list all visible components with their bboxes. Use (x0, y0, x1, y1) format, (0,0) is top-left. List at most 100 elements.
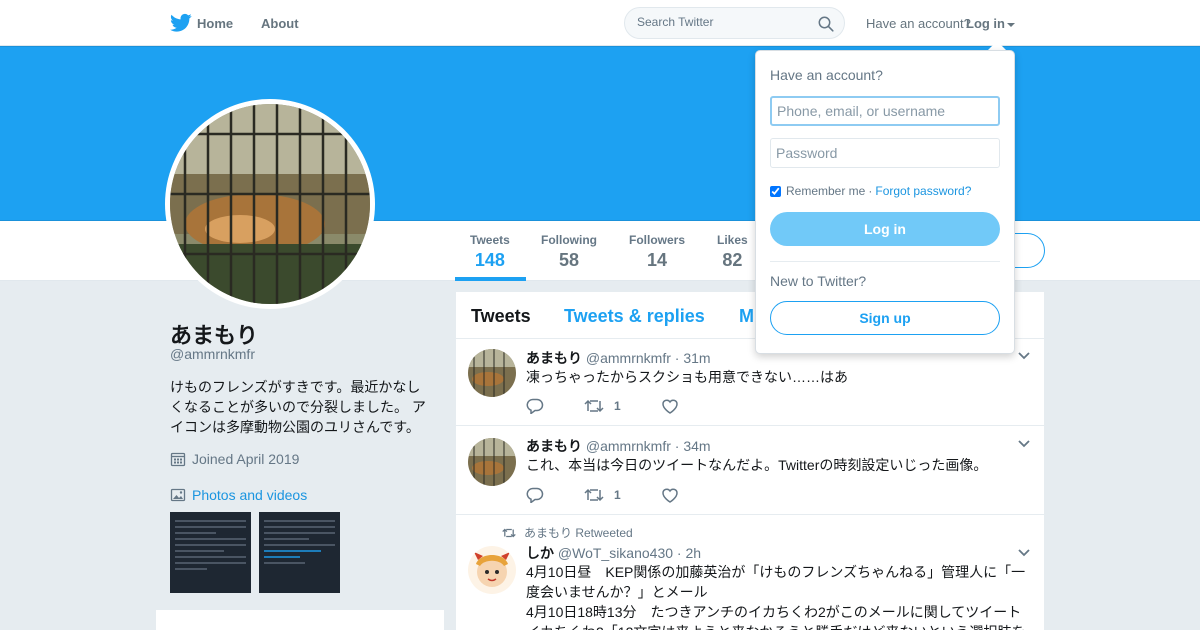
tweet-header: あまもり @ammrnkmfr · 34m (526, 436, 711, 456)
tab-tweets-replies[interactable]: Tweets & replies (564, 306, 705, 327)
stat-followers[interactable]: Followers 14 (629, 233, 685, 271)
remember-row: Remember me · Forgot password? (770, 184, 971, 198)
tweet-text-line: 4月10日昼 KEP関係の加藤英治が「けものフレンズちゃんねる」管理人に「一度会… (526, 564, 1026, 600)
dropdown-title: Have an account? (770, 67, 883, 83)
reply-icon (526, 398, 544, 414)
reply-button[interactable] (526, 398, 544, 414)
tweet-timestamp[interactable]: · 2h (677, 545, 701, 561)
signup-button[interactable]: Sign up (770, 301, 1000, 335)
login-toggle-label: Log in (966, 16, 1005, 31)
reply-icon (526, 487, 544, 503)
nav-home-link[interactable]: Home (197, 16, 233, 31)
stat-likes-value: 82 (722, 250, 743, 270)
tweet-actions: 1 (526, 487, 719, 503)
retweet-icon (502, 528, 516, 537)
tab-media[interactable]: M (739, 306, 754, 327)
profile-handle[interactable]: @ammrnkmfr (170, 346, 255, 362)
like-button[interactable] (661, 487, 679, 503)
retweet-button[interactable]: 1 (584, 487, 621, 503)
remember-separator: · (868, 184, 873, 198)
photos-videos-label: Photos and videos (192, 487, 308, 503)
caret-down-icon (1007, 22, 1015, 27)
password-field[interactable] (770, 138, 1000, 168)
sidebar-card (156, 610, 444, 630)
login-dropdown-toggle[interactable]: Log in (966, 16, 1015, 31)
heart-icon (661, 399, 678, 414)
tweet-timestamp[interactable]: · 31m (675, 350, 711, 366)
remember-me-checkbox[interactable] (770, 185, 781, 197)
stat-followers-label: Followers (629, 233, 686, 247)
retweet-button[interactable]: 1 (584, 398, 621, 414)
stat-tweets-label: Tweets (470, 233, 510, 247)
tweet-author-name[interactable]: あまもり (526, 438, 582, 454)
tweet-header: しか @WoT_sikano430 · 2h (526, 543, 701, 563)
avatar-illustration-icon (468, 546, 516, 594)
stat-tweets-value: 148 (474, 250, 505, 270)
tweet-avatar[interactable] (468, 349, 516, 397)
forgot-password-link[interactable]: Forgot password? (875, 184, 971, 198)
nav-about-link[interactable]: About (261, 16, 299, 31)
tweet-text: これ、本当は今日のツイートなんだよ。Twitterの時刻設定いじった画像。 (526, 457, 988, 473)
tweet-author-handle[interactable]: @ammrnkmfr (586, 438, 671, 454)
retweet-count: 1 (614, 399, 621, 413)
tweet-avatar[interactable] (468, 438, 516, 486)
tweet[interactable]: あまもり @ammrnkmfr · 34m これ、本当は今日のツイートなんだよ。… (456, 426, 1044, 515)
stat-following-label: Following (541, 233, 597, 247)
tweet-text-line: 4月10日18時13分 たつきアンチのイカちくわ2がこのメールに関してツイート (526, 604, 1022, 620)
profile-avatar[interactable] (165, 99, 375, 309)
tweet[interactable]: あまもり Retweeted しか @WoT_sikano430 · 2h 4月… (456, 515, 1044, 630)
profile-joined: Joined April 2019 (170, 451, 299, 467)
stat-following[interactable]: Following 58 (541, 233, 597, 271)
chevron-down-icon[interactable] (1018, 440, 1030, 448)
tweet-author-name[interactable]: あまもり (526, 350, 582, 366)
tweet-author-handle[interactable]: @ammrnkmfr (586, 350, 671, 366)
retweet-context: あまもり Retweeted (502, 524, 633, 541)
tweet-avatar[interactable] (468, 546, 516, 594)
tweet-text: 凍っちゃったからスクショも用意できない……はあ (526, 369, 848, 385)
dropdown-divider (770, 261, 1000, 262)
reply-button[interactable] (526, 487, 544, 503)
search-box[interactable] (624, 7, 845, 39)
tweet-author-handle[interactable]: @WoT_sikano430 (558, 545, 673, 561)
heart-icon (661, 488, 678, 503)
twitter-bird-icon[interactable] (170, 13, 192, 33)
stat-following-value: 58 (558, 250, 580, 270)
stat-tweets[interactable]: Tweets 148 (470, 233, 510, 271)
tweet-text-line: イカちくわ2「12文字は来ようと来なかろうと勝手だけど来ないという選択肢を (526, 622, 1031, 630)
new-to-twitter-label: New to Twitter? (770, 273, 867, 289)
photos-videos-link[interactable]: Photos and videos (170, 487, 307, 503)
tweet-actions: 1 (526, 398, 719, 414)
active-stat-indicator (455, 277, 526, 281)
tweet-timestamp[interactable]: · 34m (675, 438, 711, 454)
retweet-count: 1 (614, 488, 621, 502)
avatar-image (170, 104, 370, 304)
chevron-down-icon[interactable] (1018, 352, 1030, 360)
like-button[interactable] (661, 398, 679, 414)
dropdown-arrow (988, 41, 1006, 50)
search-input[interactable] (637, 15, 807, 29)
stat-likes[interactable]: Likes 82 (717, 233, 748, 271)
chevron-down-icon[interactable] (1018, 549, 1030, 557)
top-nav: Home About Have an account? Log in (0, 0, 1200, 46)
login-dropdown: Have an account? Remember me · Forgot pa… (755, 50, 1015, 354)
username-field[interactable] (770, 96, 1000, 126)
have-account-label: Have an account? (866, 16, 971, 31)
retweet-icon (584, 488, 604, 502)
image-icon (170, 488, 186, 502)
avatar-photo-icon (468, 438, 516, 486)
profile-bio: けものフレンズがすきです。最近かなしくなることが多いので分裂しました。 アイコン… (170, 379, 426, 435)
tweet-author-name[interactable]: しか (526, 545, 554, 561)
profile-joined-text: Joined April 2019 (192, 451, 300, 467)
media-thumbnail[interactable] (259, 512, 340, 593)
avatar-photo-icon (468, 349, 516, 397)
avatar-photo-icon (170, 104, 370, 304)
tab-tweets[interactable]: Tweets (471, 306, 531, 327)
remember-me-label[interactable]: Remember me (786, 184, 865, 198)
search-icon[interactable] (818, 16, 834, 32)
stat-followers-value: 14 (646, 250, 668, 270)
tweet-text: 4月10日昼 KEP関係の加藤英治が「けものフレンズちゃんねる」管理人に「一度会… (526, 562, 1031, 630)
media-thumbnail[interactable] (170, 512, 251, 593)
retweet-context-text[interactable]: あまもり Retweeted (524, 524, 633, 541)
retweet-icon (584, 399, 604, 413)
login-button[interactable]: Log in (770, 212, 1000, 246)
